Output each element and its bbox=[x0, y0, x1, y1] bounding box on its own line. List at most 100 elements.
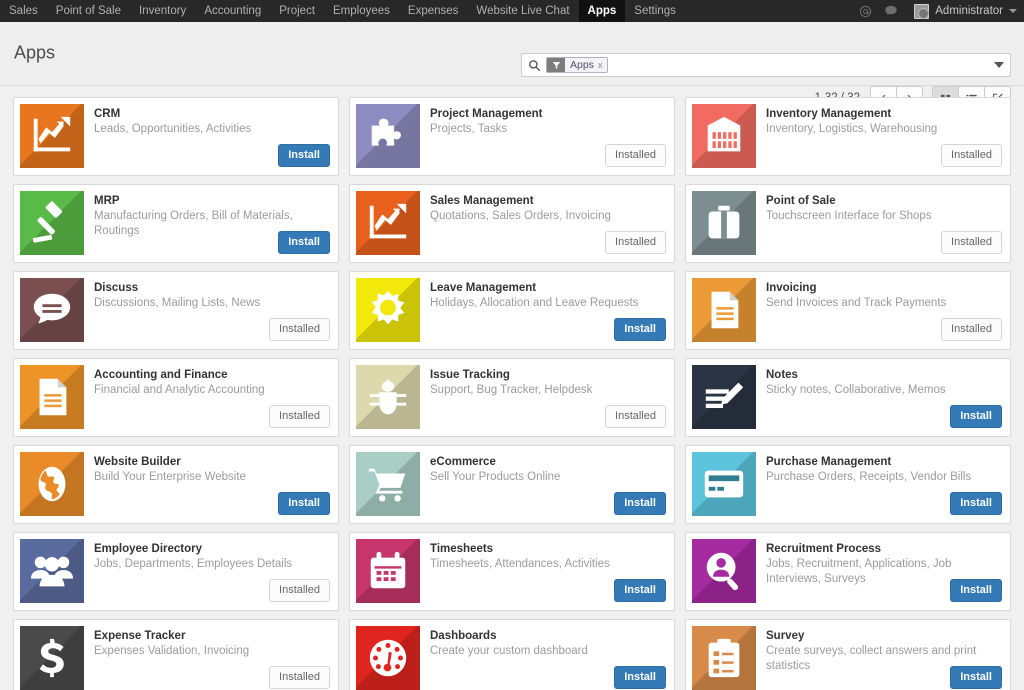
app-card-project-management[interactable]: Project Management Projects, Tasks Install… bbox=[349, 97, 675, 176]
install-button[interactable]: Install bbox=[278, 144, 330, 167]
kanban-cell: Discuss Discussions, Mailing Lists, News I… bbox=[8, 271, 344, 358]
search-input[interactable] bbox=[608, 59, 990, 71]
gauge-icon bbox=[356, 626, 420, 690]
app-card-ecommerce[interactable]: eCommerce Sell Your Products Online Instal… bbox=[349, 445, 675, 524]
menu-item-point-of-sale[interactable]: Point of Sale bbox=[47, 0, 130, 22]
kanban-cell: Timesheets Timesheets, Attendances, Activ… bbox=[344, 532, 680, 619]
app-card-body: Issue Tracking Support, Bug Tracker, Help… bbox=[420, 359, 674, 436]
kanban-cell: Survey Create surveys, collect answers an… bbox=[680, 619, 1016, 690]
app-card-body: Project Management Projects, Tasks Install… bbox=[420, 98, 674, 175]
install-button[interactable]: Install bbox=[614, 666, 666, 689]
app-name: Recruitment Process bbox=[766, 543, 882, 555]
app-card-leave-management[interactable]: Leave Management Holidays, Allocation and… bbox=[349, 271, 675, 350]
app-card-body: Purchase Management Purchase Orders, Rece… bbox=[756, 446, 1010, 523]
apps-kanban-grid: CRM Leads, Opportunities, Activities Insta… bbox=[0, 97, 1024, 690]
app-card-point-of-sale[interactable]: Point of Sale Touchscreen Interface for S… bbox=[685, 184, 1011, 263]
app-card-employee-directory[interactable]: Employee Directory Jobs, Departments, Emp… bbox=[13, 532, 339, 611]
install-button[interactable]: Install bbox=[950, 492, 1002, 515]
app-card-mrp[interactable]: MRP Manufacturing Orders, Bill of Materia… bbox=[13, 184, 339, 263]
app-card-timesheets[interactable]: Timesheets Timesheets, Attendances, Activ… bbox=[349, 532, 675, 611]
kanban-cell: Accounting and Finance Financial and Anal… bbox=[8, 358, 344, 445]
top-menu-bar: Sales Point of Sale Inventory Accounting Pro… bbox=[0, 0, 1024, 22]
kanban-cell: Purchase Management Purchase Orders, Rece… bbox=[680, 445, 1016, 532]
search-facet-apps[interactable]: Apps x bbox=[546, 57, 609, 73]
app-card-survey[interactable]: Survey Create surveys, collect answers an… bbox=[685, 619, 1011, 690]
app-card-expense-tracker[interactable]: Expense Tracker Expenses Validation, Invo… bbox=[13, 619, 339, 690]
app-card-notes[interactable]: Notes Sticky notes, Collaborative, Memos I… bbox=[685, 358, 1011, 437]
kanban-cell: Notes Sticky notes, Collaborative, Memos I… bbox=[680, 358, 1016, 445]
user-menu-label[interactable]: Administrator bbox=[935, 5, 1003, 17]
app-description: Sell Your Products Online bbox=[430, 471, 561, 483]
app-card-recruitment-process[interactable]: Recruitment Process Jobs, Recruitment, Ap… bbox=[685, 532, 1011, 611]
installed-button: Installed bbox=[941, 318, 1002, 341]
kanban-cell: Expense Tracker Expenses Validation, Invo… bbox=[8, 619, 344, 690]
app-card-sales-management[interactable]: Sales Management Quotations, Sales Orders… bbox=[349, 184, 675, 263]
installed-button: Installed bbox=[269, 405, 330, 428]
app-name: Timesheets bbox=[430, 543, 494, 555]
install-button[interactable]: Install bbox=[950, 666, 1002, 689]
chevron-down-icon[interactable] bbox=[1009, 9, 1017, 13]
at-icon[interactable] bbox=[852, 0, 878, 22]
app-card-discuss[interactable]: Discuss Discussions, Mailing Lists, News I… bbox=[13, 271, 339, 350]
app-card-accounting-and-finance[interactable]: Accounting and Finance Financial and Anal… bbox=[13, 358, 339, 437]
menu-item-settings[interactable]: Settings bbox=[625, 0, 685, 22]
install-button[interactable]: Install bbox=[614, 492, 666, 515]
app-card-website-builder[interactable]: Website Builder Build Your Enterprise Web… bbox=[13, 445, 339, 524]
menu-item-expenses[interactable]: Expenses bbox=[399, 0, 468, 22]
installed-button: Installed bbox=[605, 144, 666, 167]
app-description: Holidays, Allocation and Leave Requests bbox=[430, 297, 639, 309]
search-dropdown-toggle-icon[interactable] bbox=[994, 62, 1004, 68]
app-card-body: CRM Leads, Opportunities, Activities Insta… bbox=[84, 98, 338, 175]
chat-bubble-icon[interactable] bbox=[878, 0, 904, 22]
app-card-body: Sales Management Quotations, Sales Orders… bbox=[420, 185, 674, 262]
people-icon bbox=[20, 539, 84, 603]
install-button[interactable]: Install bbox=[614, 318, 666, 341]
app-card-body: Timesheets Timesheets, Attendances, Activ… bbox=[420, 533, 674, 610]
app-card-issue-tracking[interactable]: Issue Tracking Support, Bug Tracker, Help… bbox=[349, 358, 675, 437]
install-button[interactable]: Install bbox=[950, 579, 1002, 602]
kanban-cell: Dashboards Create your custom dashboard In… bbox=[344, 619, 680, 690]
search-view[interactable]: Apps x bbox=[521, 53, 1011, 77]
app-name: Point of Sale bbox=[766, 195, 836, 207]
topbar-right-tools: Administrator bbox=[852, 0, 1024, 22]
menu-item-apps[interactable]: Apps bbox=[578, 0, 626, 22]
globe-icon bbox=[20, 452, 84, 516]
kanban-cell: Inventory Management Inventory, Logistics… bbox=[680, 97, 1016, 184]
app-card-dashboards[interactable]: Dashboards Create your custom dashboard In… bbox=[349, 619, 675, 690]
menu-item-website-live-chat[interactable]: Website Live Chat bbox=[467, 0, 578, 22]
app-card-body: Inventory Management Inventory, Logistics… bbox=[756, 98, 1010, 175]
app-description: Jobs, Departments, Employees Details bbox=[94, 558, 293, 570]
install-button[interactable]: Install bbox=[278, 492, 330, 515]
install-button[interactable]: Install bbox=[278, 231, 330, 254]
facet-remove-icon[interactable]: x bbox=[598, 60, 603, 70]
app-card-invoicing[interactable]: Invoicing Send Invoices and Track Payment… bbox=[685, 271, 1011, 350]
app-name: Employee Directory bbox=[94, 543, 203, 555]
credit-card-icon bbox=[692, 452, 756, 516]
kanban-cell: Sales Management Quotations, Sales Orders… bbox=[344, 184, 680, 271]
clipboard-icon bbox=[692, 626, 756, 690]
app-card-body: Invoicing Send Invoices and Track Payment… bbox=[756, 272, 1010, 349]
menu-item-accounting[interactable]: Accounting bbox=[195, 0, 270, 22]
kanban-row: Discuss Discussions, Mailing Lists, News I… bbox=[8, 271, 1016, 358]
chart-arrow-icon bbox=[20, 104, 84, 168]
app-card-body: Discuss Discussions, Mailing Lists, News I… bbox=[84, 272, 338, 349]
app-name: Dashboards bbox=[430, 630, 497, 642]
app-card-inventory-management[interactable]: Inventory Management Inventory, Logistics… bbox=[685, 97, 1011, 176]
menu-item-sales[interactable]: Sales bbox=[0, 0, 47, 22]
app-card-body: Notes Sticky notes, Collaborative, Memos I… bbox=[756, 359, 1010, 436]
install-button[interactable]: Install bbox=[950, 405, 1002, 428]
app-name: MRP bbox=[94, 195, 120, 207]
user-avatar[interactable] bbox=[914, 3, 930, 19]
app-card-purchase-management[interactable]: Purchase Management Purchase Orders, Rece… bbox=[685, 445, 1011, 524]
menu-item-project[interactable]: Project bbox=[270, 0, 324, 22]
menu-item-employees[interactable]: Employees bbox=[324, 0, 399, 22]
sun-icon bbox=[356, 278, 420, 342]
puzzle-icon bbox=[356, 104, 420, 168]
app-description: Timesheets, Attendances, Activities bbox=[430, 558, 610, 570]
calendar-icon bbox=[356, 539, 420, 603]
kanban-cell: Employee Directory Jobs, Departments, Emp… bbox=[8, 532, 344, 619]
app-card-crm[interactable]: CRM Leads, Opportunities, Activities Insta… bbox=[13, 97, 339, 176]
install-button[interactable]: Install bbox=[614, 579, 666, 602]
menu-item-inventory[interactable]: Inventory bbox=[130, 0, 195, 22]
kanban-cell: Project Management Projects, Tasks Install… bbox=[344, 97, 680, 184]
